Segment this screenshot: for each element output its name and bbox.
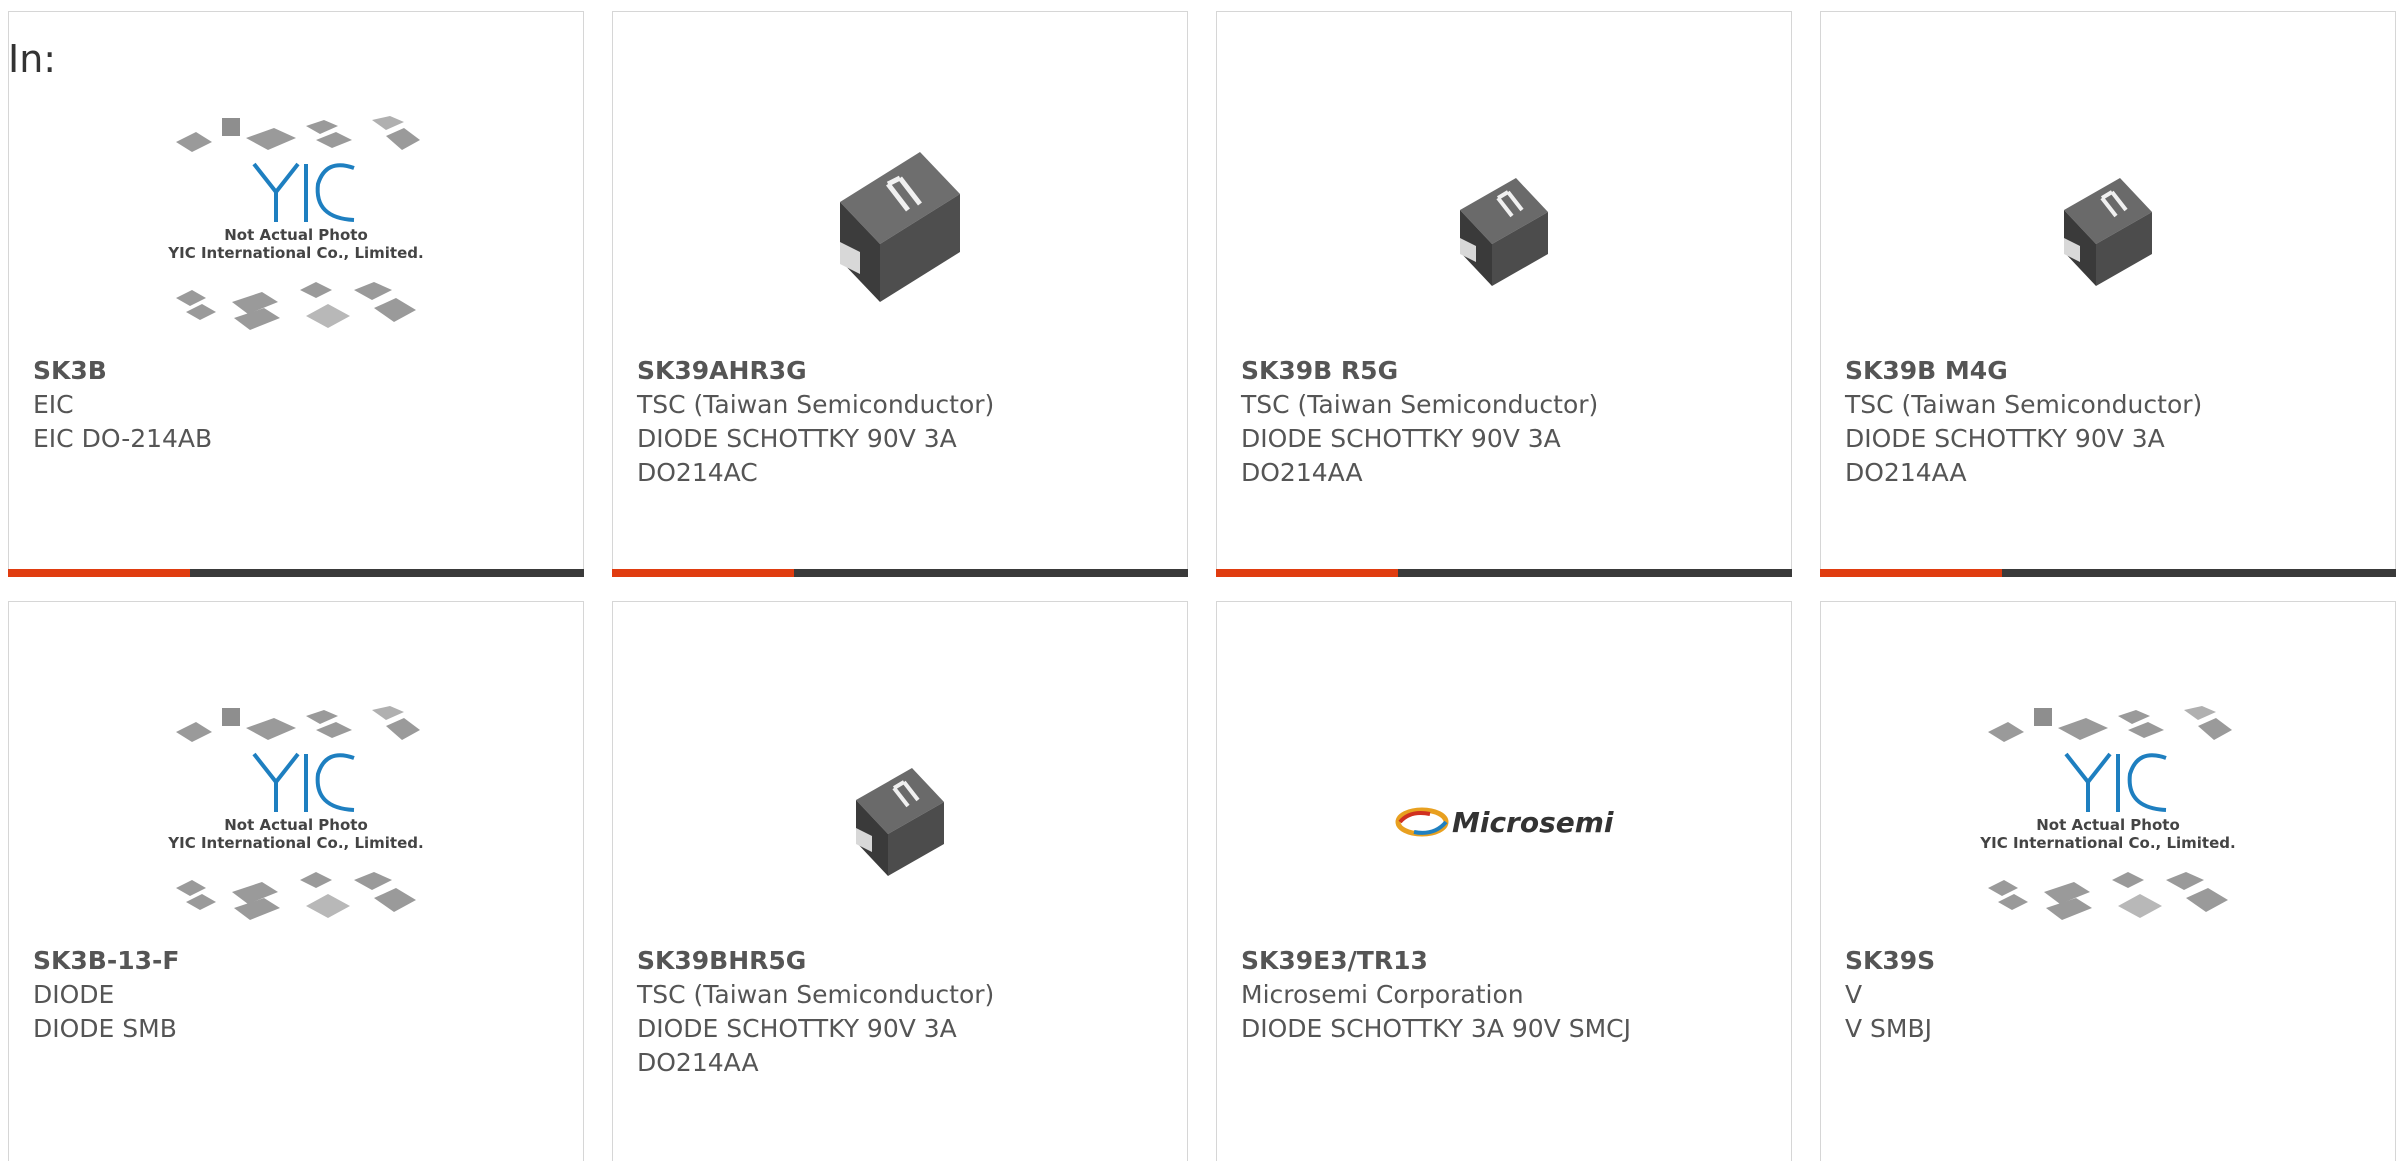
part-number-link[interactable]: SK39B R5G: [1241, 354, 1771, 388]
product-image[interactable]: [613, 682, 1187, 962]
manufacturer: TSC (Taiwan Semiconductor): [1845, 390, 2203, 419]
description-line: V SMBJ: [1845, 1014, 1933, 1043]
part-number-link[interactable]: SK39S: [1845, 944, 2375, 978]
product-card[interactable]: SK39B M4G TSC (Taiwan Semiconductor) DIO…: [1820, 11, 2396, 577]
part-number-link[interactable]: SK3B: [33, 354, 563, 388]
manufacturer: DIODE: [33, 980, 115, 1009]
placeholder-line2: YIC International Co., Limited.: [167, 244, 423, 262]
product-info: SK39E3/TR13 Microsemi Corporation DIODE …: [1241, 944, 1771, 1046]
description-line: DO214AC: [637, 458, 758, 487]
product-info: SK39AHR3G TSC (Taiwan Semiconductor) DIO…: [637, 354, 1167, 490]
part-number-link[interactable]: SK3B-13-F: [33, 944, 563, 978]
product-info: SK39B R5G TSC (Taiwan Semiconductor) DIO…: [1241, 354, 1771, 490]
part-number-link[interactable]: SK39E3/TR13: [1241, 944, 1771, 978]
filter-heading: In:: [8, 37, 57, 81]
yic-placeholder-icon: Not Actual Photo YIC International Co., …: [167, 116, 424, 330]
description-line: DO214AA: [637, 1048, 759, 1077]
card-footer-bar: [8, 569, 584, 577]
product-image[interactable]: Not Actual Photo YIC International Co., …: [1821, 682, 2395, 962]
placeholder-line1: Not Actual Photo: [224, 816, 368, 834]
smd-diode-icon: [856, 768, 944, 876]
card-footer-accent: [8, 569, 190, 577]
description-line: DIODE SCHOTTKY 3A 90V SMCJ: [1241, 1014, 1632, 1043]
description-line: DIODE SCHOTTKY 90V 3A: [637, 1014, 957, 1043]
manufacturer: EIC: [33, 390, 74, 419]
manufacturer: TSC (Taiwan Semiconductor): [1241, 390, 1599, 419]
product-image[interactable]: [613, 92, 1187, 372]
microsemi-logo-icon: Microsemi: [1395, 806, 1614, 839]
card-footer-accent: [1216, 569, 1398, 577]
manufacturer: TSC (Taiwan Semiconductor): [637, 390, 995, 419]
manufacturer: Microsemi Corporation: [1241, 980, 1524, 1009]
yic-placeholder-icon: Not Actual Photo YIC International Co., …: [167, 706, 424, 920]
product-card[interactable]: Not Actual Photo YIC International Co., …: [1820, 601, 2396, 1161]
description-line: DO214AA: [1241, 458, 1363, 487]
smd-diode-icon: [1460, 178, 1548, 286]
product-card[interactable]: SK39BHR5G TSC (Taiwan Semiconductor) DIO…: [612, 601, 1188, 1161]
placeholder-line1: Not Actual Photo: [224, 226, 368, 244]
card-footer-bar: [1216, 569, 1792, 577]
description-line: DO214AA: [1845, 458, 1967, 487]
product-image[interactable]: Not Actual Photo YIC International Co., …: [9, 682, 583, 962]
product-info: SK3B-13-F DIODE DIODE SMB: [33, 944, 563, 1046]
card-footer-accent: [1820, 569, 2002, 577]
product-card[interactable]: Not Actual Photo YIC International Co., …: [8, 601, 584, 1161]
product-image[interactable]: Not Actual Photo YIC International Co., …: [9, 92, 583, 372]
product-card[interactable]: Microsemi SK39E3/TR13 Microsemi Corporat…: [1216, 601, 1792, 1161]
part-number-link[interactable]: SK39BHR5G: [637, 944, 1167, 978]
product-image[interactable]: [1217, 92, 1791, 372]
card-footer-accent: [612, 569, 794, 577]
manufacturer: TSC (Taiwan Semiconductor): [637, 980, 995, 1009]
product-info: SK39B M4G TSC (Taiwan Semiconductor) DIO…: [1845, 354, 2375, 490]
product-card[interactable]: Not Actual Photo YIC International Co., …: [8, 11, 584, 577]
yic-placeholder-icon: Not Actual Photo YIC International Co., …: [1979, 706, 2236, 920]
product-image[interactable]: Microsemi: [1217, 682, 1791, 962]
placeholder-line1: Not Actual Photo: [2036, 816, 2180, 834]
product-image[interactable]: [1821, 92, 2395, 372]
description-line: DIODE SCHOTTKY 90V 3A: [1241, 424, 1561, 453]
card-footer-bar: [1820, 569, 2396, 577]
product-info: SK39BHR5G TSC (Taiwan Semiconductor) DIO…: [637, 944, 1167, 1080]
description-line: DIODE SCHOTTKY 90V 3A: [637, 424, 957, 453]
description-line: EIC DO-214AB: [33, 424, 213, 453]
smd-diode-icon: [840, 152, 960, 302]
card-footer-bar: [612, 569, 1188, 577]
description-line: DIODE SMB: [33, 1014, 177, 1043]
product-info: SK3B EIC EIC DO-214AB: [33, 354, 563, 456]
description-line: DIODE SCHOTTKY 90V 3A: [1845, 424, 2165, 453]
product-card[interactable]: SK39AHR3G TSC (Taiwan Semiconductor) DIO…: [612, 11, 1188, 577]
placeholder-line2: YIC International Co., Limited.: [167, 834, 423, 852]
part-number-link[interactable]: SK39B M4G: [1845, 354, 2375, 388]
smd-diode-icon: [2064, 178, 2152, 286]
product-results-page: In: Not Actual Photo YIC International C…: [0, 0, 2400, 1161]
product-card[interactable]: SK39B R5G TSC (Taiwan Semiconductor) DIO…: [1216, 11, 1792, 577]
microsemi-logo-text: Microsemi: [1452, 806, 1614, 839]
part-number-link[interactable]: SK39AHR3G: [637, 354, 1167, 388]
product-info: SK39S V V SMBJ: [1845, 944, 2375, 1046]
placeholder-line2: YIC International Co., Limited.: [1979, 834, 2235, 852]
manufacturer: V: [1845, 980, 1863, 1009]
